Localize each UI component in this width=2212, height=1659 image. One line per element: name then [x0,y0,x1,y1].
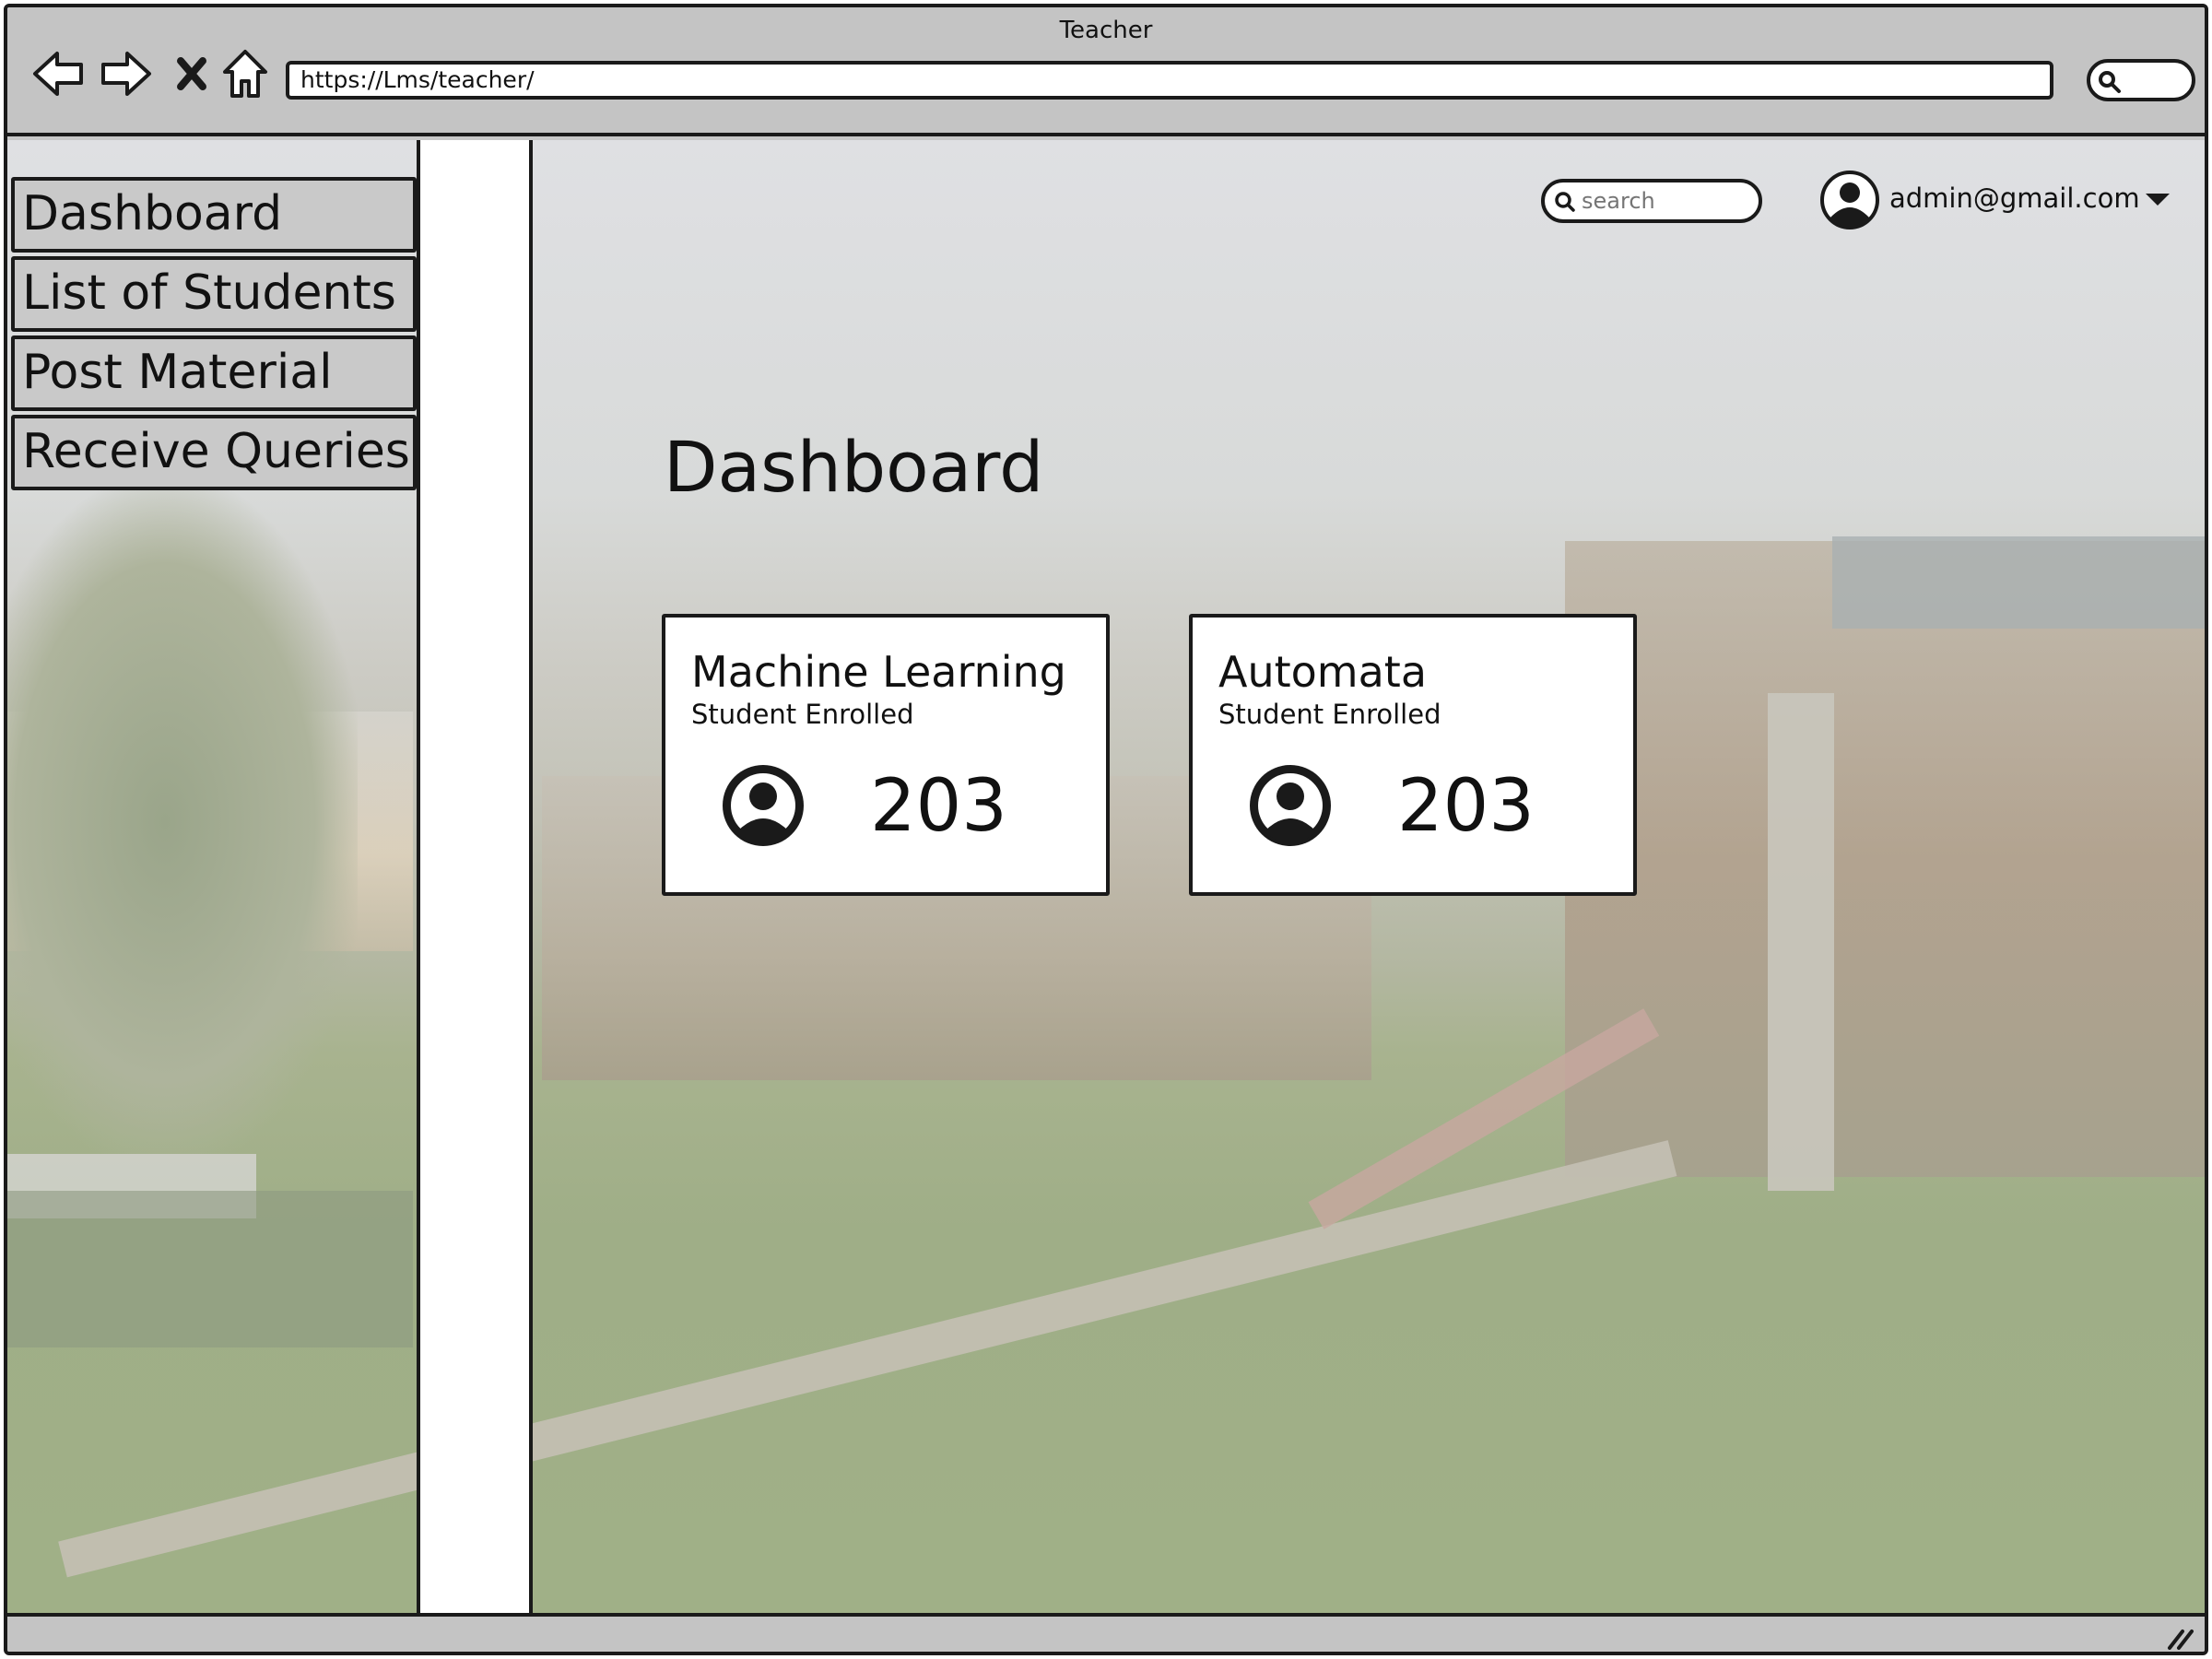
back-button[interactable] [29,44,88,103]
background-pillar [1768,693,1834,1191]
sidebar-item-receive-queries[interactable]: Receive Queries [11,415,417,490]
sidebar-item-dashboard[interactable]: Dashboard [11,177,417,253]
window-title: Teacher [1059,17,1153,44]
resize-handle-icon[interactable] [2164,1624,2195,1652]
background-shrubs [7,1191,413,1347]
home-icon [223,50,267,98]
sidebar-item-post-material[interactable]: Post Material [11,335,417,411]
status-bar [7,1613,2205,1652]
address-bar[interactable]: https://Lms/teacher/ [286,61,2053,100]
background-building [1832,536,2205,629]
search-input[interactable] [1582,186,1753,216]
enrolled-count: 203 [1397,765,1535,848]
card-subtitle: Student Enrolled [1218,699,1441,730]
background-tree [7,490,358,1154]
search-icon [1555,192,1575,212]
user-avatar-icon [1250,765,1331,846]
browser-window: Teacher https://Lms/teacher/ Dashboard L… [4,4,2208,1655]
back-arrow-icon [33,52,83,96]
course-card-machine-learning[interactable]: Machine Learning Student Enrolled 203 [662,614,1110,896]
card-title: Machine Learning [691,647,1066,697]
user-avatar-icon [723,765,804,846]
course-card-automata[interactable]: Automata Student Enrolled 203 [1189,614,1637,896]
browser-search-field[interactable] [2087,59,2195,101]
stop-button[interactable] [162,44,221,103]
browser-toolbar: Teacher https://Lms/teacher/ [7,7,2205,136]
search-icon [2099,71,2121,93]
content-area: Dashboard List of Students Post Material… [7,140,2205,1613]
sidebar-item-list-of-students[interactable]: List of Students [11,256,417,332]
card-subtitle: Student Enrolled [691,699,914,730]
search-box[interactable] [1541,179,1762,223]
page-title: Dashboard [664,426,1044,508]
sidebar-nav: Dashboard List of Students Post Material… [11,177,417,494]
sidebar-panel [417,140,533,1613]
background-building [1565,541,2205,1177]
user-email: admin@gmail.com [1889,182,2140,214]
forward-arrow-icon [101,52,151,96]
close-icon [177,57,206,90]
chevron-down-icon[interactable] [2144,190,2171,208]
user-avatar-icon [1820,171,1879,229]
enrolled-count: 203 [870,765,1007,848]
forward-button[interactable] [96,44,155,103]
home-button[interactable] [216,44,275,103]
user-menu[interactable]: admin@gmail.com [1819,170,2188,234]
card-title: Automata [1218,647,1428,697]
